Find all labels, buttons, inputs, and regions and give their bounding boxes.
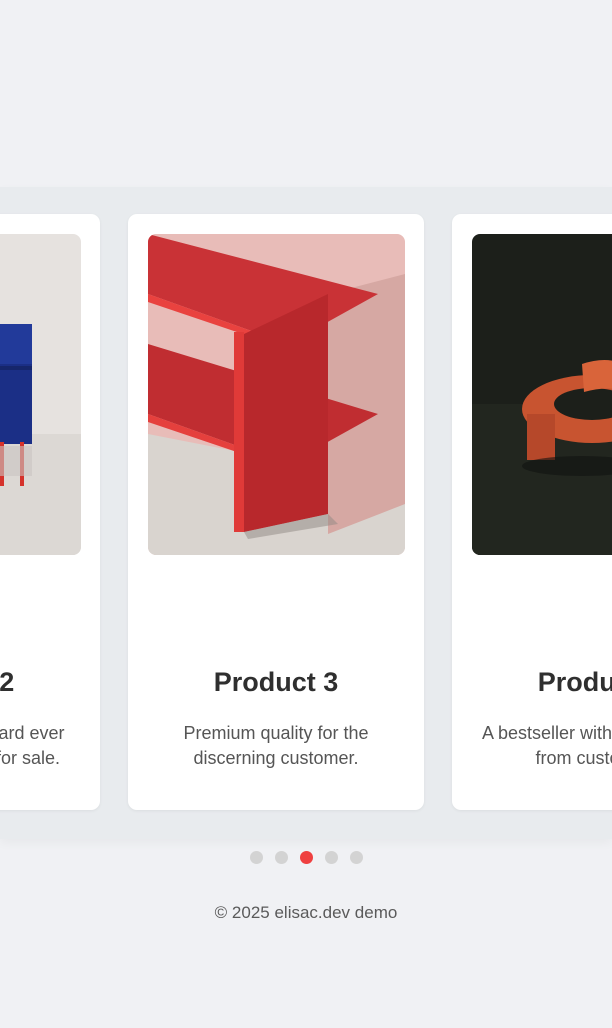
- product-image: [148, 234, 405, 555]
- product-title: Product 4: [537, 667, 612, 697]
- pagination-dot-1[interactable]: [249, 851, 263, 864]
- product-description: Premium quality for the discerning custo…: [183, 723, 369, 768]
- pagination-dot-2[interactable]: [274, 851, 288, 864]
- pagination-dot-5[interactable]: [349, 851, 363, 864]
- product-carousel[interactable]: Product 2 The greatest sideboard ever ma…: [0, 187, 612, 839]
- product-description: A bestseller with rave reviews from cust…: [481, 723, 612, 768]
- carousel-pagination: [0, 851, 612, 864]
- pagination-dot-4[interactable]: [324, 851, 338, 864]
- footer-copyright: © 2025 elisac.dev demo: [214, 903, 398, 922]
- product-card[interactable]: Product 4 A bestseller with rave reviews…: [452, 214, 612, 810]
- product-title: Product 2: [0, 667, 15, 697]
- product-image: [0, 234, 81, 555]
- pagination-dot-3[interactable]: [299, 851, 313, 864]
- product-card[interactable]: Product 3 Premium quality for the discer…: [128, 214, 424, 810]
- product-title: Product 3: [213, 667, 339, 697]
- product-card[interactable]: Product 2 The greatest sideboard ever ma…: [0, 214, 100, 810]
- product-image: [472, 234, 612, 555]
- product-description: The greatest sideboard ever made in the …: [0, 723, 65, 768]
